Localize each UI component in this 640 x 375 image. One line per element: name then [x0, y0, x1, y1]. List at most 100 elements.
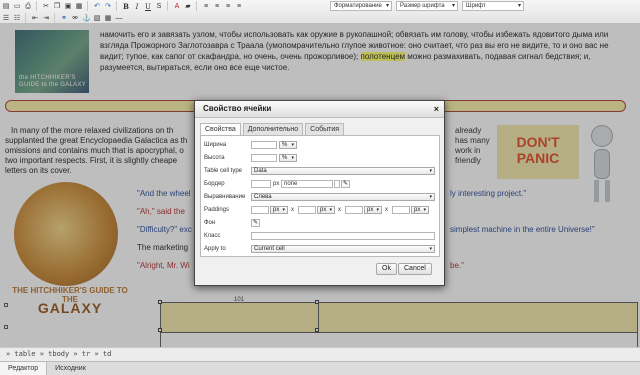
underline-icon[interactable]: U [143, 1, 153, 11]
toolbar-divider [116, 1, 117, 11]
font-select-value: Шрифт [466, 3, 486, 9]
unordered-list-icon[interactable]: ☷ [12, 13, 22, 23]
chevron-down-icon: ▾ [291, 155, 294, 161]
outdent-icon[interactable]: ⇤ [30, 13, 40, 23]
apply-to-select[interactable]: Current cell ▾ [251, 245, 435, 253]
format-select-value: Форматирование [334, 3, 382, 9]
pencil-icon[interactable]: ✎ [341, 180, 350, 188]
apply-to-label: Apply to [204, 246, 226, 252]
paste-icon[interactable]: ▣ [63, 1, 73, 11]
text-color-icon[interactable]: A [172, 1, 182, 11]
new-document-icon[interactable]: ▭ [12, 1, 22, 11]
toolbar-row-1: ▤ ▭ ⎙ ✂ ❐ ▣ ▦ ↶ ↷ B I U S A ▰ ≡ ≡ ≡ ≡ [0, 0, 244, 12]
chevron-down-icon: ▾ [376, 207, 379, 213]
dialog-titlebar[interactable]: Свойство ячейки × [195, 101, 444, 118]
chevron-down-icon: ▾ [282, 207, 285, 213]
italic-icon[interactable]: I [132, 1, 142, 11]
tab-advanced[interactable]: Дополнительно [242, 123, 304, 135]
height-input[interactable] [251, 154, 277, 162]
width-label: Ширина [204, 142, 227, 148]
tab-events[interactable]: События [305, 123, 345, 135]
image-icon[interactable]: ▧ [92, 13, 102, 23]
paste-text-icon[interactable]: ▦ [74, 1, 84, 11]
ordered-list-icon[interactable]: ☰ [1, 13, 11, 23]
chevron-down-icon: ▾ [329, 207, 332, 213]
dialog-tabs: Свойства Дополнительно События [200, 123, 346, 135]
element-path[interactable]: » table » tbody » tr » td [6, 350, 111, 358]
copy-icon[interactable]: ❐ [52, 1, 62, 11]
dialog-title: Свойство ячейки [203, 104, 272, 113]
horizontal-rule-icon[interactable]: ― [114, 13, 124, 23]
padding-top-input[interactable] [251, 206, 269, 214]
align-justify-icon[interactable]: ≡ [234, 1, 244, 11]
close-icon[interactable]: × [434, 101, 439, 117]
background-label: Фон [204, 220, 216, 226]
indent-icon[interactable]: ⇥ [41, 13, 51, 23]
border-color-input[interactable] [334, 180, 340, 188]
editor-mode-tabs: Редактор Исходник [0, 361, 640, 375]
highlight-color-icon[interactable]: ▰ [183, 1, 193, 11]
border-style-input[interactable]: none [281, 180, 333, 188]
padding-bottom-unit[interactable]: px ▾ [364, 206, 382, 214]
cell-type-select[interactable]: Data ▾ [251, 167, 435, 175]
class-input[interactable] [251, 232, 435, 240]
padding-top-unit[interactable]: px ▾ [270, 206, 288, 214]
font-size-select-value: Размер шрифта [400, 3, 445, 9]
padding-separator: x [291, 207, 294, 213]
toolbar-row-2: ☰ ☷ ⇤ ⇥ ⚭ ⚮ ⚓ ▧ ▦ ― [0, 12, 124, 24]
cut-icon[interactable]: ✂ [41, 1, 51, 11]
chevron-down-icon: ▾ [429, 168, 432, 174]
cell-type-value: Data [254, 168, 267, 174]
align-right-icon[interactable]: ≡ [223, 1, 233, 11]
undo-icon[interactable]: ↶ [92, 1, 102, 11]
tab-editor[interactable]: Редактор [0, 362, 48, 375]
chevron-down-icon: ▾ [423, 207, 426, 213]
toolbar-divider [54, 13, 55, 23]
padding-left-unit[interactable]: px ▾ [411, 206, 429, 214]
toolbar-divider [196, 1, 197, 11]
border-width-input[interactable] [251, 180, 271, 188]
padding-separator: x [338, 207, 341, 213]
pencil-icon[interactable]: ✎ [251, 219, 260, 227]
width-input[interactable] [251, 141, 277, 149]
element-path-bar: » table » tbody » tr » td [0, 347, 640, 361]
chevron-down-icon: ▾ [385, 3, 389, 9]
font-size-select[interactable]: Размер шрифта ▾ [396, 1, 458, 11]
padding-unit-value: px [320, 207, 327, 213]
unlink-icon[interactable]: ⚮ [70, 13, 80, 23]
align-center-icon[interactable]: ≡ [212, 1, 222, 11]
apply-to-value: Current cell [254, 246, 285, 252]
padding-right-unit[interactable]: px ▾ [317, 206, 335, 214]
ok-button[interactable]: Ok [376, 263, 397, 275]
height-unit-value: % [282, 155, 288, 161]
tab-properties[interactable]: Свойства [200, 123, 241, 135]
toolbar-divider [87, 1, 88, 11]
cell-properties-dialog: Свойство ячейки × Свойства Дополнительно… [194, 100, 445, 286]
editor-app: ▤ ▭ ⎙ ✂ ❐ ▣ ▦ ↶ ↷ B I U S A ▰ ≡ ≡ ≡ ≡ Фо… [0, 0, 640, 375]
source-icon[interactable]: ▤ [1, 1, 11, 11]
align-select[interactable]: Слева ▾ [251, 193, 435, 201]
padding-unit-value: px [414, 207, 421, 213]
strikethrough-icon[interactable]: S [154, 1, 164, 11]
padding-left-input[interactable] [392, 206, 410, 214]
padding-label: Paddings [204, 207, 230, 213]
cancel-button[interactable]: Cancel [398, 263, 432, 275]
width-unit-select[interactable]: % ▾ [279, 141, 297, 149]
format-select[interactable]: Форматирование ▾ [330, 1, 392, 11]
tab-source[interactable]: Исходник [47, 362, 94, 375]
table-icon[interactable]: ▦ [103, 13, 113, 23]
link-icon[interactable]: ⚭ [59, 13, 69, 23]
padding-bottom-input[interactable] [345, 206, 363, 214]
bold-icon[interactable]: B [121, 1, 131, 11]
chevron-down-icon: ▾ [429, 246, 432, 252]
align-left-icon[interactable]: ≡ [201, 1, 211, 11]
print-icon[interactable]: ⎙ [23, 1, 33, 11]
align-label: Выравнивание [204, 194, 246, 200]
anchor-icon[interactable]: ⚓ [81, 13, 91, 23]
redo-icon[interactable]: ↷ [103, 1, 113, 11]
padding-right-input[interactable] [298, 206, 316, 214]
align-value: Слева [254, 194, 272, 200]
font-select[interactable]: Шрифт ▾ [462, 1, 524, 11]
height-unit-select[interactable]: % ▾ [279, 154, 297, 162]
border-label: Бордер [204, 181, 225, 187]
